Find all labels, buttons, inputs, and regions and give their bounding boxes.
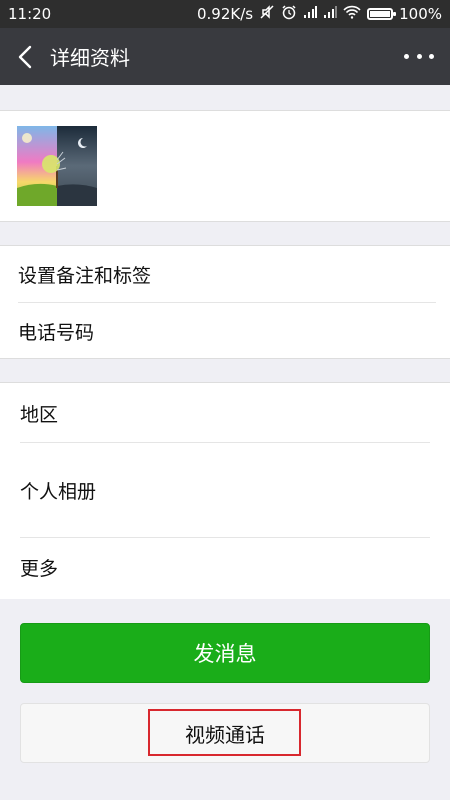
wifi-icon (343, 5, 361, 23)
chevron-left-icon (18, 45, 32, 68)
remark-tag-label: 设置备注和标签 (18, 264, 152, 287)
profile-card (0, 110, 450, 222)
info-group-1: 设置备注和标签 电话号码 (0, 245, 450, 359)
avatar[interactable] (17, 126, 97, 206)
remark-tag-row[interactable]: 设置备注和标签 (18, 246, 436, 302)
send-message-button[interactable]: 发消息 (20, 623, 430, 683)
page-title: 详细资料 (50, 46, 130, 70)
divider (20, 537, 430, 538)
status-time: 11:20 (8, 5, 52, 23)
mute-icon (259, 4, 275, 24)
network-speed: 0.92K/s (197, 5, 254, 23)
video-call-button[interactable]: 视频通话 (20, 703, 430, 763)
phone-row[interactable]: 电话号码 (18, 303, 436, 359)
more-label: 更多 (20, 557, 59, 580)
region-row: 地区 (20, 385, 430, 441)
album-row[interactable]: 个人相册 (20, 443, 430, 537)
phone-label: 电话号码 (18, 321, 95, 344)
region-label: 地区 (20, 403, 59, 426)
more-dots-icon (404, 53, 409, 59)
more-button[interactable] (404, 46, 434, 66)
alarm-icon (281, 4, 297, 24)
send-message-label: 发消息 (193, 642, 257, 666)
more-row[interactable]: 更多 (20, 539, 430, 595)
info-group-2: 地区 个人相册 更多 (0, 382, 450, 599)
signal-icon-2 (323, 5, 338, 23)
status-bar: 11:20 0.92K/s 100% (0, 0, 450, 28)
back-button[interactable] (0, 28, 50, 85)
signal-icon (303, 5, 318, 23)
album-label: 个人相册 (20, 480, 97, 503)
header-bar: 详细资料 (0, 28, 450, 85)
status-icons: 0.92K/s 100% (197, 4, 442, 24)
video-call-label: 视频通话 (185, 722, 265, 747)
battery-percent: 100% (399, 5, 442, 23)
battery-icon (367, 8, 397, 20)
